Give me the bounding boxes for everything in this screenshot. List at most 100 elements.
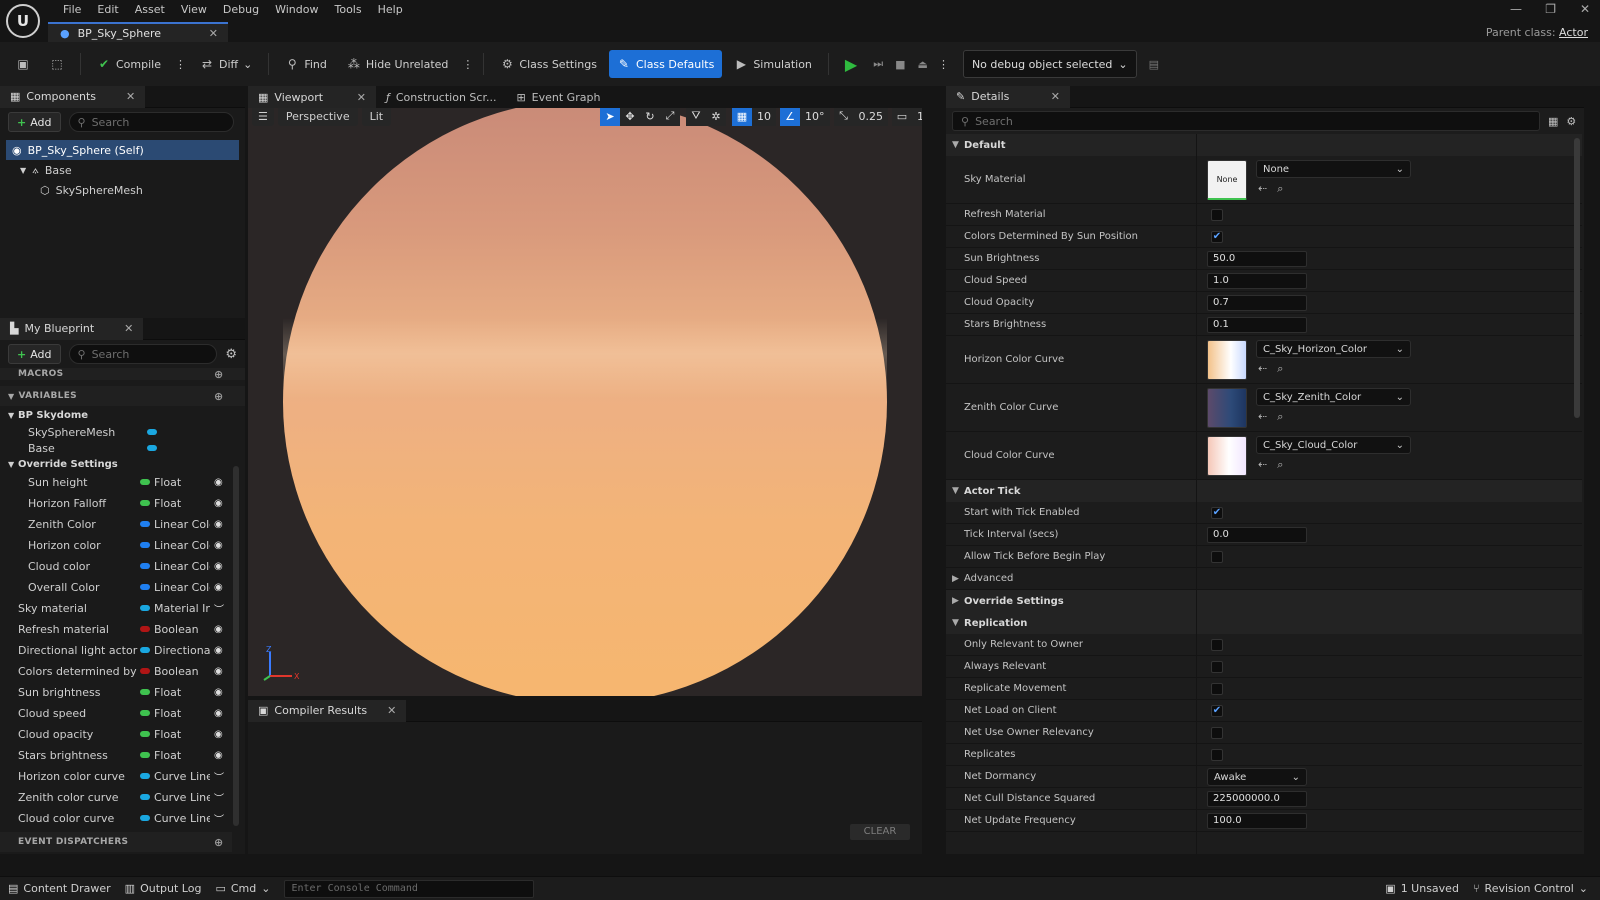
translate-icon[interactable]: ✥	[620, 108, 640, 126]
curve-thumbnail[interactable]	[1207, 436, 1247, 476]
class-settings-button[interactable]: ⚙ Class Settings	[492, 50, 605, 78]
scale-icon[interactable]: ⤢	[660, 108, 680, 126]
variable-row[interactable]: Overall Color Linear Colo ◉	[0, 577, 245, 598]
menu-help[interactable]: Help	[370, 2, 411, 18]
unsaved-button[interactable]: ▣ 1 Unsaved	[1385, 882, 1459, 895]
rotation-snap-value[interactable]: 10°	[800, 108, 830, 126]
browse-icon[interactable]: ⌕	[1277, 410, 1283, 424]
use-selected-icon[interactable]: ⇠	[1258, 182, 1267, 196]
curve-thumbnail[interactable]	[1207, 388, 1247, 428]
section-override-settings[interactable]: ▶ Override Settings	[946, 590, 1582, 612]
select-icon[interactable]: ➤	[600, 108, 620, 126]
variable-row[interactable]: Sky material Material Ins ︶	[0, 598, 245, 619]
eye-icon[interactable]: ◉	[214, 645, 223, 656]
variable-row[interactable]: Colors determined by su Boolean ◉	[0, 661, 245, 682]
viewport[interactable]: ☰ Perspective Lit ➤ ✥ ↻ ⤢ ⛛ ✲ ▦ 10 ∠ 10°…	[248, 108, 922, 696]
parent-class-link[interactable]: Actor	[1559, 26, 1588, 39]
eye-closed-icon[interactable]: ︶	[214, 769, 224, 784]
debug-object-dropdown[interactable]: No debug object selected ⌄	[962, 50, 1137, 78]
net-use-owner-checkbox[interactable]	[1211, 726, 1223, 739]
simulation-button[interactable]: ▶ Simulation	[726, 50, 820, 78]
section-event-dispatchers[interactable]: EVENT DISPATCHERS ⊕	[0, 832, 232, 852]
property-matrix-icon[interactable]: ▦	[1548, 115, 1558, 128]
document-tab[interactable]: ● BP_Sky_Sphere ✕	[48, 22, 228, 42]
tree-item-self[interactable]: ◉ BP_Sky_Sphere (Self)	[6, 140, 239, 160]
eye-icon[interactable]: ◉	[214, 750, 223, 761]
close-icon[interactable]: ✕	[387, 704, 396, 717]
unreal-logo[interactable]: U	[6, 4, 40, 38]
tab-construction-script[interactable]: ƒ Construction Scr...	[376, 86, 506, 108]
my-blueprint-search-input[interactable]: ⚲ Search	[68, 344, 218, 364]
eye-icon[interactable]: ◉	[214, 666, 223, 677]
play-options-button[interactable]: ⋮	[936, 50, 951, 78]
eye-icon[interactable]: ◉	[214, 498, 223, 509]
add-circle-icon[interactable]: ⊕	[214, 368, 224, 381]
close-icon[interactable]: ✕	[1051, 90, 1060, 103]
section-default[interactable]: ▼ Default	[946, 134, 1582, 156]
add-circle-icon[interactable]: ⊕	[214, 836, 224, 849]
use-selected-icon[interactable]: ⇠	[1258, 362, 1267, 376]
eye-icon[interactable]: ◉	[214, 687, 223, 698]
scale-snap-value[interactable]: 0.25	[853, 108, 888, 126]
menu-tools[interactable]: Tools	[326, 2, 369, 18]
eye-icon[interactable]: ◉	[214, 729, 223, 740]
gear-icon[interactable]: ⚙	[225, 347, 237, 362]
allow-tick-checkbox[interactable]	[1211, 550, 1223, 563]
menu-window[interactable]: Window	[267, 2, 326, 18]
close-icon[interactable]: ✕	[209, 27, 218, 40]
details-search-input[interactable]: ⚲ Search	[952, 111, 1540, 131]
variable-row[interactable]: Base	[0, 440, 245, 456]
use-selected-icon[interactable]: ⇠	[1258, 410, 1267, 424]
browse-icon[interactable]: ⌕	[1277, 362, 1283, 376]
curve-thumbnail[interactable]	[1207, 340, 1247, 380]
lit-button[interactable]: Lit	[361, 108, 392, 126]
asset-picker-dropdown[interactable]: None ⌄	[1256, 160, 1411, 178]
save-button[interactable]: ▣	[8, 50, 38, 78]
menu-asset[interactable]: Asset	[127, 2, 173, 18]
cloud-speed-input[interactable]: 1.0	[1207, 272, 1307, 289]
scrollbar[interactable]	[233, 466, 239, 826]
section-macros[interactable]: MACROS ⊕	[0, 368, 245, 381]
play-button[interactable]: ▶	[837, 50, 865, 78]
eject-button[interactable]: ⏏	[914, 50, 932, 78]
cmd-dropdown[interactable]: ▭ Cmd ⌄	[215, 882, 270, 895]
sun-brightness-input[interactable]: 50.0	[1207, 250, 1307, 267]
components-search-input[interactable]: ⚲ Search	[68, 112, 234, 132]
compile-options-button[interactable]: ⋮	[173, 50, 188, 78]
add-circle-icon[interactable]: ⊕	[214, 390, 224, 403]
colors-by-sun-checkbox[interactable]: ✔	[1211, 230, 1223, 243]
revision-control-button[interactable]: ⑂ Revision Control ⌄	[1473, 882, 1588, 895]
tab-viewport[interactable]: ▦ Viewport ✕	[248, 86, 376, 108]
variable-row[interactable]: Stars brightness Float ◉	[0, 745, 245, 766]
replicate-movement-checkbox[interactable]	[1211, 682, 1223, 695]
variable-row[interactable]: Cloud color Linear Colo ◉	[0, 556, 245, 577]
variable-row[interactable]: Cloud opacity Float ◉	[0, 724, 245, 745]
add-member-button[interactable]: + Add	[8, 344, 61, 364]
eye-closed-icon[interactable]: ︶	[214, 601, 224, 616]
browse-icon[interactable]: ⌕	[1277, 182, 1283, 196]
eye-closed-icon[interactable]: ︶	[214, 790, 224, 805]
eye-icon[interactable]: ◉	[214, 561, 223, 572]
rotation-snap-icon[interactable]: ∠	[780, 108, 800, 126]
close-icon[interactable]: ✕	[357, 91, 366, 104]
tick-interval-input[interactable]: 0.0	[1207, 526, 1307, 543]
clear-button[interactable]: CLEAR	[850, 824, 910, 840]
compile-button[interactable]: ✔ Compile	[89, 50, 169, 78]
add-component-button[interactable]: + Add	[8, 112, 61, 132]
grid-snap-icon[interactable]: ▦	[732, 108, 752, 126]
only-relevant-checkbox[interactable]	[1211, 638, 1223, 651]
eye-icon[interactable]: ◉	[214, 708, 223, 719]
asset-picker-dropdown[interactable]: C_Sky_Cloud_Color ⌄	[1256, 436, 1411, 454]
net-update-input[interactable]: 100.0	[1207, 812, 1307, 829]
eye-closed-icon[interactable]: ︶	[214, 811, 224, 826]
hide-options-button[interactable]: ⋮	[460, 50, 475, 78]
tab-compiler-results[interactable]: ▣ Compiler Results ✕	[248, 699, 407, 722]
viewport-menu-button[interactable]: ☰	[252, 108, 274, 126]
find-button[interactable]: ⚲ Find	[277, 50, 335, 78]
refresh-material-checkbox[interactable]	[1211, 208, 1223, 221]
tab-my-blueprint[interactable]: ▙ My Blueprint ✕	[0, 317, 144, 340]
browse-icon[interactable]: ⌕	[1277, 458, 1283, 472]
replicates-checkbox[interactable]	[1211, 748, 1223, 761]
section-actor-tick[interactable]: ▼ Actor Tick	[946, 480, 1582, 502]
menu-view[interactable]: View	[173, 2, 215, 18]
